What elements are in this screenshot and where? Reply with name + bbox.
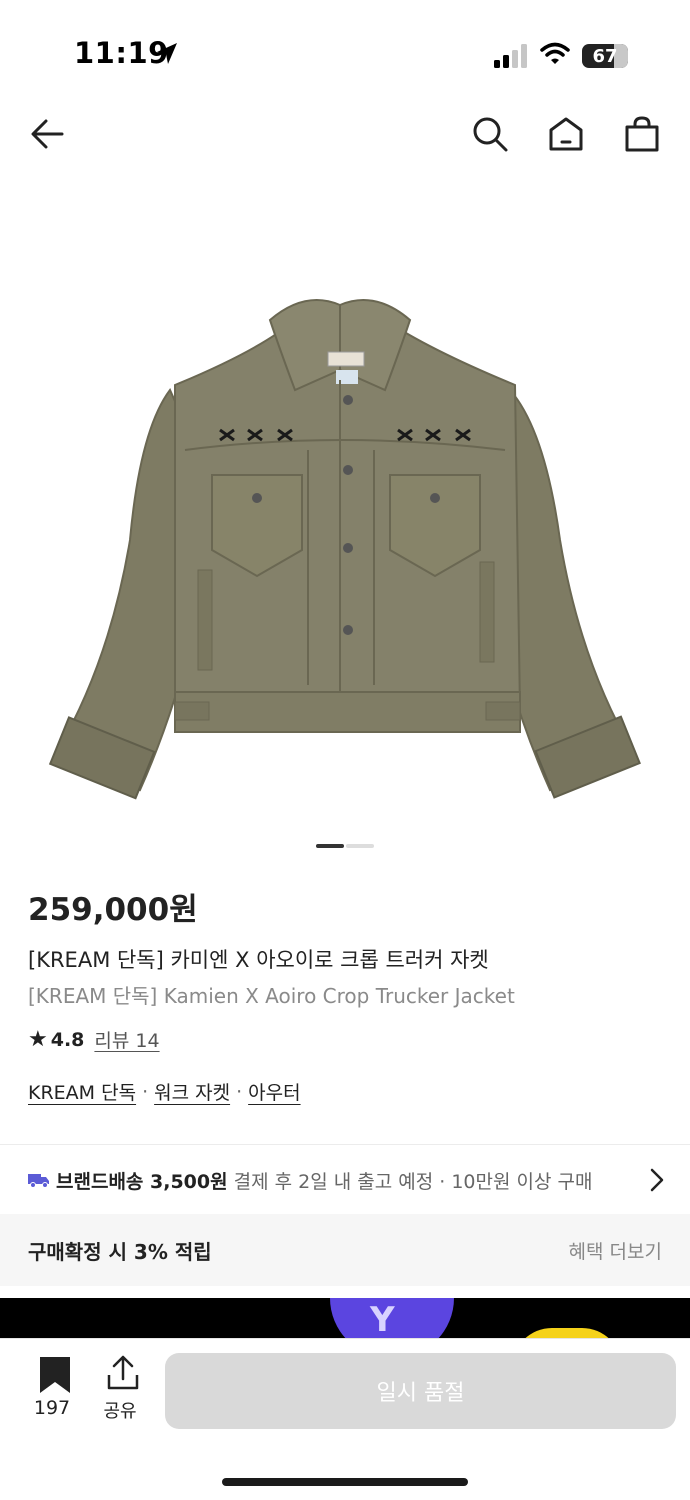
category-tags: KREAM 단독 · 워크 자켓 · 아우터 [28,1078,301,1105]
wifi-icon [540,42,570,64]
rating-score: 4.8 [50,1028,85,1051]
image-pagination [316,844,374,848]
review-link[interactable]: 리뷰 14 [94,1026,159,1053]
share-icon[interactable] [103,1355,143,1391]
product-title-en: [KREAM 단독] Kamien X Aoiro Crop Trucker J… [28,984,515,1008]
tag-link[interactable]: KREAM 단독 [28,1078,136,1105]
status-bar: 11:19 67 [0,0,690,100]
product-price: 259,000원 [28,892,198,928]
shipping-label: 브랜드배송 3,500원 [56,1170,228,1193]
banner-shape [512,1328,622,1338]
home-indicator[interactable] [222,1478,468,1486]
signal-icon [494,44,527,68]
shopping-bag-icon[interactable] [622,114,662,154]
share-label: 공유 [103,1401,137,1422]
location-arrow-icon [157,43,177,64]
status-time: 11:19 [74,36,169,70]
benefit-more-link[interactable]: 혜택 더보기 [569,1237,662,1264]
tag-link[interactable]: 워크 자켓 [154,1078,230,1105]
bookmark-icon[interactable] [35,1357,75,1393]
product-image[interactable] [40,280,650,800]
bookmark-count: 197 [33,1397,71,1419]
back-arrow-icon[interactable] [28,114,68,154]
shipping-row[interactable]: 브랜드배송 3,500원 결제 후 2일 내 출고 예정 · 10만원 이상 구… [0,1146,690,1214]
tag-separator: · [142,1080,149,1103]
pagination-dot[interactable] [346,844,374,848]
divider [0,1144,690,1145]
battery-icon: 67 [582,44,628,68]
sold-out-button[interactable]: 일시 품절 [165,1353,676,1429]
shipping-desc: 결제 후 2일 내 출고 예정 · 10만원 이상 구매 [233,1170,593,1193]
chevron-right-icon[interactable] [650,1168,664,1192]
search-icon[interactable] [470,114,510,154]
tag-link[interactable]: 아우터 [248,1078,300,1105]
promo-banner[interactable]: Y [0,1298,690,1338]
benefit-text: 구매확정 시 3% 적립 [28,1240,212,1264]
bottom-action-bar: 197 공유 일시 품절 [0,1338,690,1500]
product-title-ko: [KREAM 단독] 카미엔 X 아오이로 크롭 트러커 자켓 [28,948,489,972]
tag-separator: · [236,1080,243,1103]
benefit-row: 구매확정 시 3% 적립 혜택 더보기 [0,1214,690,1286]
home-icon[interactable] [546,114,586,154]
truck-icon [28,1174,49,1188]
pagination-dot-active[interactable] [316,844,344,848]
product-rating: ★ 4.8 리뷰 14 [28,1026,160,1053]
banner-letter: Y [370,1300,395,1338]
battery-level: 67 [592,45,618,67]
star-icon: ★ [28,1027,48,1052]
